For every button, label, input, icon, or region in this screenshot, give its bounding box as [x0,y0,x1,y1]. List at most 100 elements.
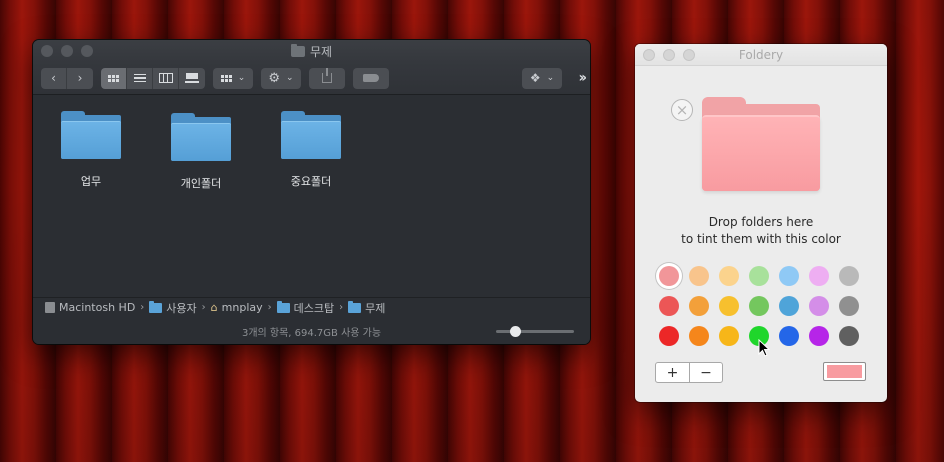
close-window-button[interactable] [643,49,655,61]
zoom-window-button[interactable] [683,49,695,61]
path-item-home[interactable]: ⌂ mnplay [211,301,263,314]
minimize-window-button[interactable] [61,45,73,57]
clear-tint-button[interactable]: × [671,99,693,121]
tag-icon [363,74,379,82]
nav-buttons: ‹ › [41,67,93,89]
window-controls [643,49,695,61]
drop-line-2: to tint them with this color [681,232,841,246]
color-swatch[interactable] [839,326,859,346]
color-well[interactable] [823,362,866,381]
group-icon [220,74,232,82]
finder-titlebar[interactable]: 무제 [33,40,590,62]
color-swatch[interactable] [719,296,739,316]
gallery-view-button[interactable] [179,67,205,89]
add-color-button[interactable]: + [656,363,689,382]
path-bar: Macintosh HD › 사용자 › ⌂ mnplay › 데스크탑 › 무… [33,297,590,317]
path-item-macintosh-hd[interactable]: Macintosh HD [45,301,135,314]
finder-window: 무제 ‹ › ⌄ ⚙ ⌄ ❖ ⌄ ›› 업무 개인폴더 중요폴더 Macinto… [33,40,590,344]
color-swatch[interactable] [659,266,679,286]
action-button[interactable]: ⚙ ⌄ [261,67,301,89]
mouse-cursor-icon [758,339,770,357]
view-mode-buttons [101,67,205,89]
group-menu: ⌄ [213,67,253,89]
toolbar-overflow-icon[interactable]: ›› [578,70,586,86]
folder-item[interactable]: 개인폴더 [161,113,241,191]
column-view-icon [158,73,173,83]
minimize-window-button[interactable] [663,49,675,61]
action-menu: ⚙ ⌄ [261,67,301,89]
color-swatch[interactable] [749,296,769,316]
folder-icon [290,43,305,57]
path-item-label: 데스크탑 [293,301,335,315]
gear-icon: ⚙ [268,70,281,86]
status-bar: 3개의 항목, 694.7GB 사용 가능 [33,318,590,344]
color-swatch[interactable] [689,266,709,286]
color-swatch[interactable] [809,326,829,346]
path-item-users[interactable]: 사용자 [149,300,197,316]
color-swatch[interactable] [659,296,679,316]
gallery-view-icon [185,73,199,83]
folder-item[interactable]: 업무 [51,111,131,189]
dropbox-button[interactable]: ❖ ⌄ [522,67,562,89]
folder-item-label: 업무 [80,175,102,188]
color-swatch[interactable] [719,326,739,346]
color-swatch[interactable] [779,326,799,346]
folder-icon [276,300,290,313]
chevron-right-icon: › [267,302,272,313]
path-item-desktop[interactable]: 데스크탑 [276,300,335,316]
icon-view-button[interactable] [101,67,127,89]
chevron-right-icon: › [140,302,145,313]
chevron-right-icon: › [77,71,83,85]
list-view-button[interactable] [127,67,153,89]
foldery-titlebar[interactable]: Foldery [635,44,887,66]
folder-item[interactable]: 중요폴더 [271,111,351,189]
chevron-right-icon: › [339,302,344,313]
folder-icon [149,300,163,313]
folder-item-label: 개인폴더 [180,177,222,190]
window-controls [41,45,93,57]
drop-line-1: Drop folders here [708,215,814,229]
share-button[interactable] [309,67,345,89]
share-group [309,67,345,89]
path-item-current[interactable]: 무제 [348,300,385,316]
hard-drive-icon [45,302,55,313]
add-remove-control: + − [655,362,723,383]
color-swatch[interactable] [839,266,859,286]
color-swatch[interactable] [689,326,709,346]
group-by-button[interactable]: ⌄ [213,67,253,89]
folder-item-label: 중요폴더 [290,175,332,188]
folder-icon [281,111,341,159]
color-swatch[interactable] [839,296,859,316]
color-swatch[interactable] [719,266,739,286]
chevron-down-icon: ⌄ [286,73,294,83]
home-icon: ⌂ [210,301,218,314]
close-window-button[interactable] [41,45,53,57]
color-swatch[interactable] [659,326,679,346]
folder-icon [61,111,121,159]
zoom-window-button[interactable] [81,45,93,57]
forward-button[interactable]: › [67,67,93,89]
chevron-right-icon: › [201,302,206,313]
preview-folder-icon[interactable] [702,97,820,191]
color-swatch[interactable] [809,296,829,316]
color-swatch[interactable] [749,266,769,286]
color-swatch[interactable] [779,266,799,286]
chevron-down-icon: ⌄ [546,73,555,83]
color-swatch[interactable] [779,296,799,316]
color-swatch[interactable] [689,296,709,316]
finder-toolbar: ‹ › ⌄ ⚙ ⌄ ❖ ⌄ ›› [33,62,590,95]
path-item-label: 사용자 [166,301,197,315]
slider-knob[interactable] [510,326,521,337]
icon-size-slider[interactable] [496,326,574,337]
dropbox-group: ❖ ⌄ [522,67,562,89]
list-view-icon [133,73,146,83]
share-icon [322,68,332,83]
tags-button[interactable] [353,67,389,89]
color-swatch[interactable] [809,266,829,286]
remove-color-button[interactable]: − [689,363,722,382]
drop-instructions: Drop folders here to tint them with this… [635,214,887,248]
column-view-button[interactable] [153,67,179,89]
back-button[interactable]: ‹ [41,67,67,89]
path-item-label: Macintosh HD [59,301,136,314]
folder-icon [171,113,231,161]
